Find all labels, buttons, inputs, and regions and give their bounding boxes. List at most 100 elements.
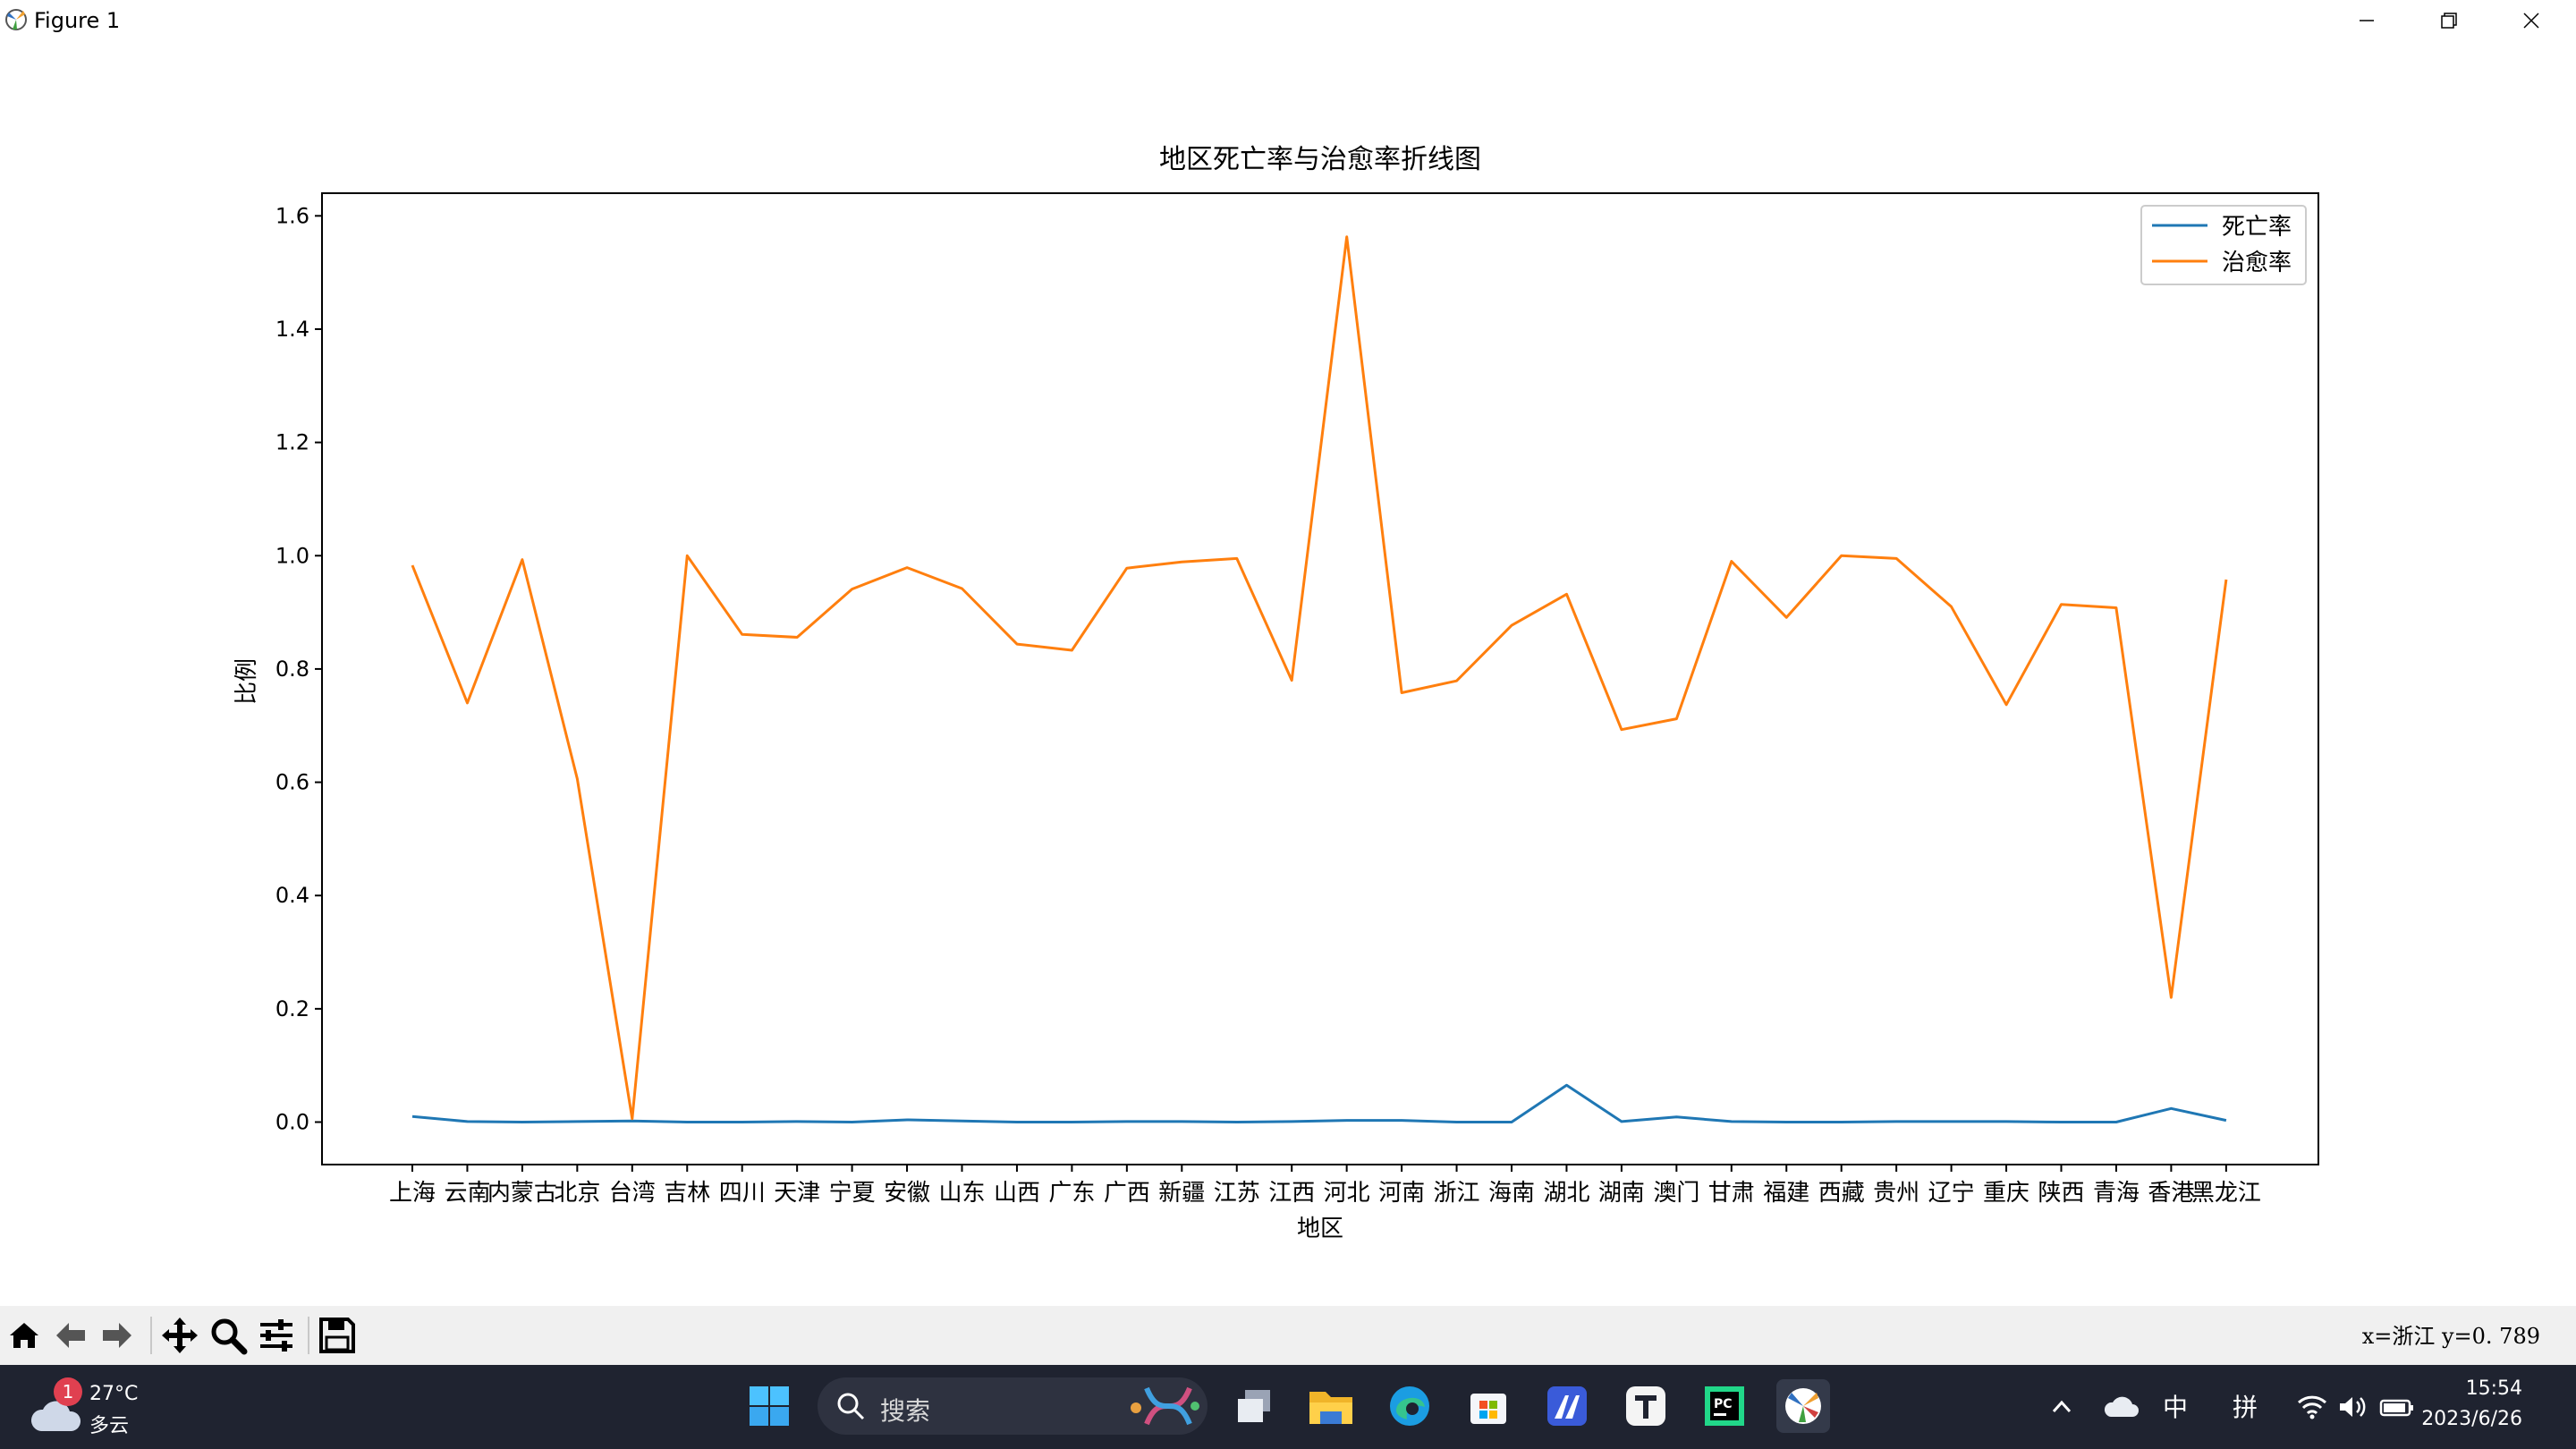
cursor-coordinates: x=浙江 y=0. 789 [2361,1324,2540,1349]
x-tick-label: 山西 [994,1180,1040,1207]
configure-icon [260,1319,292,1352]
x-axis-label: 地区 [1297,1216,1343,1242]
legend-label-cure: 治愈率 [2222,250,2292,276]
taskbar-search-box[interactable]: 搜索 [818,1377,1208,1435]
x-tick-label: 湖北 [1543,1180,1589,1207]
x-tick-label: 吉林 [664,1180,710,1207]
x-tick-label: 北京 [554,1180,600,1207]
figure-canvas[interactable]: 地区死亡率与治愈率折线图 0.0 0.2 0.4 0.6 0.8 1.0 1.2 1.4 1.6… [0,41,2576,1306]
wifi-icon[interactable] [2297,1394,2327,1420]
ime-mode-indicator[interactable]: 拼 [2233,1388,2258,1424]
taskbar-store[interactable] [1462,1379,1515,1433]
ime-language-indicator[interactable]: 中 [2163,1388,2188,1424]
taskbar-file-explorer[interactable] [1304,1379,1358,1433]
save-button[interactable] [317,1315,358,1356]
x-tick-label: 甘肃 [1708,1180,1755,1207]
y-tick-label: 1.6 [275,203,309,228]
forward-button[interactable] [97,1315,138,1356]
pan-button[interactable] [159,1315,200,1356]
taskbar-edge[interactable] [1383,1379,1436,1433]
series-line-death-rate [411,1083,2227,1123]
weather-widget[interactable]: 1 27°C 多云 [27,1377,170,1437]
x-tick-label: 香港 [2148,1180,2194,1207]
task-view-icon [1238,1390,1270,1422]
series-layer [411,235,2228,1123]
search-icon [837,1393,865,1420]
taskbar-matplotlib-active[interactable] [1776,1379,1830,1433]
weather-condition: 多云 [89,1415,130,1437]
typora-icon [1626,1386,1665,1426]
x-tick-label: 海南 [1488,1180,1535,1207]
x-axis: 上海 云南内蒙古北京 台湾 吉林 四川 天津 宁夏 安徽 山东 山西 广东 广西 新疆 江苏 江西 河北 河南浙… [389,1165,2261,1207]
weather-badge: 1 [54,1377,82,1406]
search-highlight-icon [1131,1386,1199,1426]
zoom-button[interactable] [208,1315,249,1356]
navigation-toolbar: x=浙江 y=0. 789 [0,1306,2576,1365]
home-button[interactable] [4,1315,45,1356]
line-chart: 地区死亡率与治愈率折线图 0.0 0.2 0.4 0.6 0.8 1.0 1.2 1.4 1.6… [233,144,2319,1242]
clock-date[interactable]: 2023/6/26 [2421,1408,2522,1430]
battery-icon[interactable] [2379,1394,2415,1420]
chart-title: 地区死亡率与治愈率折线图 [1159,144,1481,175]
y-axis-label: 比例 [233,658,260,705]
windows-start-icon [750,1386,789,1426]
x-tick-label: 青海 [2093,1180,2140,1207]
x-tick-label: 上海 [389,1180,436,1207]
x-tick-label: 河南 [1378,1180,1425,1207]
x-tick-label: 陕西 [2038,1180,2084,1207]
folder-icon [1309,1392,1352,1424]
save-icon [319,1318,355,1353]
minimize-icon [2360,20,2374,21]
toolbar-separator [308,1317,309,1354]
x-tick-label: 辽宁 [1928,1180,1975,1207]
minimize-button[interactable] [2326,0,2408,41]
matplotlib-icon [1785,1388,1821,1424]
clock-time[interactable]: 15:54 [2466,1377,2522,1400]
search-placeholder: 搜索 [880,1396,931,1426]
window-titlebar: Figure 1 [0,0,2576,41]
start-button[interactable] [742,1379,796,1433]
task-view-button[interactable] [1227,1379,1281,1433]
zoom-icon [211,1318,248,1355]
x-tick-label: 福建 [1763,1180,1809,1207]
x-tick-label: 河北 [1324,1180,1370,1207]
legend-label-death: 死亡率 [2222,214,2292,241]
y-tick-label: 0.6 [275,770,309,795]
back-icon [56,1323,85,1348]
back-button[interactable] [50,1315,91,1356]
x-tick-label: 浙江 [1434,1180,1480,1207]
matplotlib-app-icon [5,9,27,30]
close-button[interactable] [2490,0,2572,41]
y-tick-label: 0.4 [275,883,309,908]
x-tick-label: 天津 [774,1180,820,1207]
x-tick-label: 贵州 [1873,1180,1919,1207]
taskbar-pycharm[interactable]: PC [1698,1379,1751,1433]
taskbar-app-purple[interactable] [1540,1379,1594,1433]
y-tick-label: 1.4 [275,317,309,342]
x-tick-label: 重庆 [1983,1180,2029,1207]
close-icon [2523,13,2539,29]
chevron-up-icon[interactable] [2048,1394,2075,1420]
onedrive-cloud-icon[interactable] [2104,1394,2140,1420]
y-tick-label: 0.8 [275,657,309,682]
x-tick-label: 西藏 [1818,1180,1865,1207]
x-tick-label: 云南 [444,1180,490,1207]
pycharm-icon: PC [1705,1386,1744,1426]
y-tick-label: 0.0 [275,1110,309,1135]
y-axis: 0.0 0.2 0.4 0.6 0.8 1.0 1.2 1.4 1.6 [275,203,322,1135]
x-tick-label: 山东 [938,1180,985,1207]
y-tick-label: 0.2 [275,996,309,1021]
x-tick-label: 安徽 [884,1180,930,1207]
maximize-button[interactable] [2408,0,2490,41]
forward-icon [103,1323,131,1348]
legend: 死亡率 治愈率 [2140,205,2307,285]
x-tick-label: 湖南 [1598,1180,1645,1207]
svg-text:PC: PC [1714,1397,1733,1411]
store-icon [1470,1394,1506,1424]
x-tick-label: 澳门 [1653,1180,1699,1207]
volume-icon[interactable] [2338,1394,2368,1420]
taskbar-typora[interactable] [1619,1379,1673,1433]
configure-subplots-button[interactable] [256,1315,297,1356]
y-tick-label: 1.0 [275,543,309,568]
window-title: Figure 1 [34,8,121,33]
